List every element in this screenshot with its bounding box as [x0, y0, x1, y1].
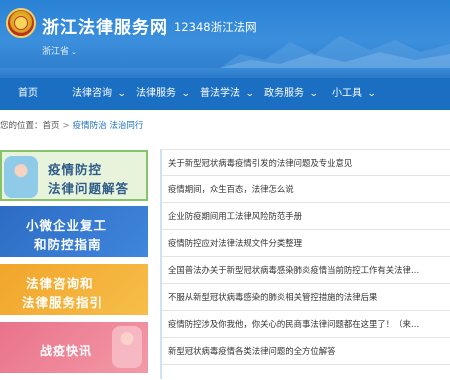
nav-top-band [0, 68, 450, 78]
nav-legal-service-label: 法律服务 [136, 88, 176, 99]
list-item[interactable]: 疫情防控涉及你我他，你关心的民商事法律问题都在这里了！（来… [162, 311, 450, 338]
nav-home-label: 首页 [18, 88, 38, 99]
breadcrumb-current[interactable]: 疫情防治 法治同行 [73, 121, 144, 131]
site-title[interactable]: 浙江法律服务网 [42, 13, 168, 38]
list-item[interactable]: 疫情期间，众生百态，法律怎么说 [162, 176, 450, 203]
main-nav: 首页 法律咨询 ⌄ 法律服务 ⌄ 普法学法 ⌄ 政务服务 ⌄ 小工具 ⌄ [0, 78, 450, 110]
national-emblem-icon[interactable] [6, 8, 36, 38]
nav-law-education-label: 普法学法 [200, 88, 240, 99]
banner-subtitle: 和防控指南 [34, 237, 102, 252]
nav-tools-label: 小工具 [332, 88, 362, 99]
nav-gov-service[interactable]: 政务服务 ⌄ [264, 78, 319, 110]
region-selector[interactable]: 浙江省 ⌄ [42, 44, 77, 57]
banner-title: 小微企业复工 [26, 218, 108, 233]
nav-tools[interactable]: 小工具 ⌄ [332, 78, 377, 110]
list-item[interactable]: 关于新型冠状病毒疫情引发的法律问题及专业意见 [162, 149, 450, 176]
banner-legal-service-guide[interactable]: 法律咨询和 法律服务指引 [0, 264, 148, 315]
list-item[interactable]: 疫情防控应对法律法规文件分类整理 [162, 230, 450, 257]
nav-home[interactable]: 首页 [18, 78, 38, 110]
banner-title: 疫情防控 [48, 162, 103, 177]
nav-legal-consult-label: 法律咨询 [72, 88, 112, 99]
banner-title: 战疫快讯 [40, 344, 93, 358]
site-header: 浙江法律服务网 12348浙江法网 浙江省 ⌄ [0, 0, 450, 68]
header-divider [164, 18, 165, 36]
nav-legal-consult[interactable]: 法律咨询 ⌄ [72, 78, 127, 110]
breadcrumb: 您的位置：首页 > 疫情防治 法治同行 [0, 119, 143, 131]
chevron-down-icon: ⌄ [180, 89, 191, 99]
nav-law-education[interactable]: 普法学法 ⌄ [200, 78, 255, 110]
list-item[interactable]: 新型冠状病毒疫情各类法律问题的全方位解答 [162, 338, 450, 365]
list-item[interactable]: 不服从新型冠状病毒感染的肺炎相关管控措施的法律后果 [162, 284, 450, 311]
chevron-down-icon: ⌄ [308, 89, 319, 99]
breadcrumb-home[interactable]: 首页 [43, 121, 60, 131]
banner-news-flash[interactable]: 战疫快讯 [0, 322, 148, 373]
chevron-down-icon: ⌄ [71, 48, 77, 56]
banner-title: 法律咨询和 [26, 276, 94, 291]
banner-epidemic-qa[interactable]: 疫情防控 法律问题解答 [0, 150, 148, 201]
chevron-down-icon: ⌄ [244, 89, 255, 99]
article-list: 关于新型冠状病毒疫情引发的法律问题及专业意见 疫情期间，众生百态，法律怎么说 企… [162, 149, 450, 365]
nav-gov-service-label: 政务服务 [264, 88, 304, 99]
chevron-down-icon: ⌄ [116, 89, 127, 99]
banner-subtitle: 法律问题解答 [48, 181, 130, 196]
banner-subtitle: 法律服务指引 [22, 295, 104, 310]
breadcrumb-prefix: 您的位置： [0, 121, 43, 131]
doctor-illustration-icon [4, 156, 38, 198]
region-label: 浙江省 [42, 47, 70, 57]
breadcrumb-separator: > [62, 121, 70, 131]
list-item[interactable]: 企业防疫期间用工法律风险防范手册 [162, 203, 450, 230]
chevron-down-icon: ⌄ [366, 89, 377, 99]
nav-legal-service[interactable]: 法律服务 ⌄ [136, 78, 191, 110]
list-item[interactable]: 全国普法办关于新型冠状病毒感染肺炎疫情当前防控工作有关法律… [162, 257, 450, 284]
site-hotline: 12348浙江法网 [174, 20, 257, 34]
banner-smb-guide[interactable]: 小微企业复工 和防控指南 [0, 206, 148, 257]
